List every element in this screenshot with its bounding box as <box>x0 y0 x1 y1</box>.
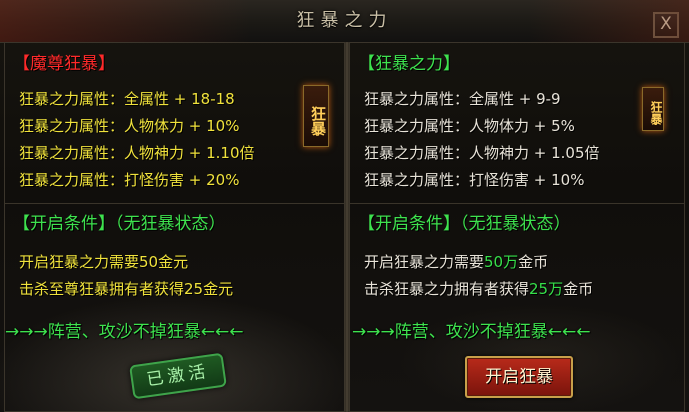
left-attribute-stamina: 狂暴之力属性：人物体力 + 10% <box>19 117 240 135</box>
left-attribute-all-stats: 狂暴之力属性：全属性 + 18-18 <box>19 90 235 108</box>
right-attribute-divine-power: 狂暴之力属性：人物神力 + 1.05倍 <box>364 144 600 162</box>
right-attribute-all-stats: 狂暴之力属性：全属性 + 9-9 <box>364 90 561 108</box>
activated-stamp: 已激活 <box>129 352 227 400</box>
left-separator <box>5 203 344 204</box>
left-section-title: 【魔尊狂暴】 <box>13 54 115 74</box>
title-bar: 狂暴之力 X <box>0 0 689 43</box>
left-attribute-divine-power: 狂暴之力属性：人物神力 + 1.10倍 <box>19 144 255 162</box>
right-reward-value: 25万 <box>529 280 564 298</box>
left-reward-text: 击杀至尊狂暴拥有者获得 <box>19 280 185 298</box>
right-section-title: 【狂暴之力】 <box>358 54 460 74</box>
rage-power-window: 狂暴之力 X 【魔尊狂暴】 狂暴之力属性：全属性 + 18-18 狂暴之力属性：… <box>0 0 689 412</box>
right-condition-title: 【开启条件】（无狂暴状态） <box>358 214 571 234</box>
left-cost-text: 开启狂暴之力需要 <box>19 253 140 271</box>
left-condition-title: 【开启条件】（无狂暴状态） <box>13 214 226 234</box>
right-cost-value: 50万 <box>484 253 519 271</box>
right-attribute-stamina: 狂暴之力属性：人物体力 + 5% <box>364 117 575 135</box>
right-cost-text: 开启狂暴之力需要 <box>364 253 485 271</box>
start-rage-button[interactable]: 开启狂暴 <box>465 356 573 398</box>
right-cost-unit: 金币 <box>518 253 549 271</box>
left-reward-value: 25金元 <box>184 280 234 298</box>
right-reward-unit: 金币 <box>563 280 594 298</box>
close-button[interactable]: X <box>653 12 679 38</box>
left-condition-kill-reward: 击杀至尊狂暴拥有者获得25金元 <box>19 278 233 299</box>
right-separator <box>350 203 684 204</box>
right-reward-text: 击杀狂暴之力拥有者获得 <box>364 280 530 298</box>
left-slogan: →→→阵营、攻沙不掉狂暴←←← <box>5 322 244 342</box>
window-title: 狂暴之力 <box>296 10 393 31</box>
right-condition-activate-cost: 开启狂暴之力需要50万金币 <box>364 251 548 272</box>
left-cost-value: 50金元 <box>139 253 189 271</box>
left-condition-activate-cost: 开启狂暴之力需要50金元 <box>19 251 188 272</box>
left-attribute-monster-damage: 狂暴之力属性：打怪伤害 + 20% <box>19 171 240 189</box>
right-condition-kill-reward: 击杀狂暴之力拥有者获得25万金币 <box>364 278 593 299</box>
rage-badge-icon: 狂暴 <box>303 85 329 147</box>
right-slogan: →→→阵营、攻沙不掉狂暴←←← <box>352 322 591 342</box>
right-attribute-monster-damage: 狂暴之力属性：打怪伤害 + 10% <box>364 171 585 189</box>
rage-badge-small-icon: 狂暴 <box>642 87 664 131</box>
left-panel-demon-rage: 【魔尊狂暴】 狂暴之力属性：全属性 + 18-18 狂暴之力属性：人物体力 + … <box>4 42 345 412</box>
